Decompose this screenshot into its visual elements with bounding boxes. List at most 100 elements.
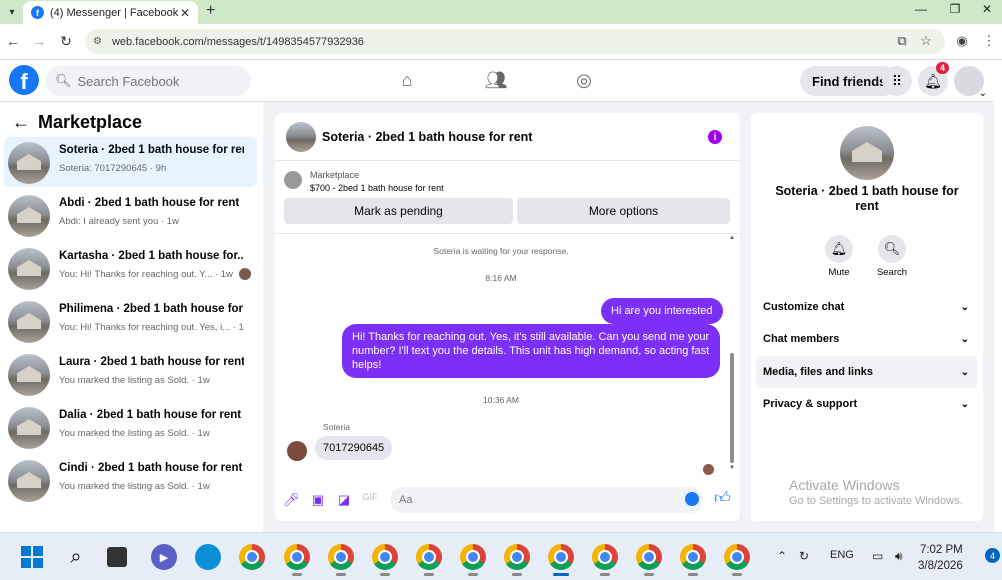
page-scrollbar[interactable] — [994, 60, 1002, 532]
microphone-icon[interactable]: 🎤︎ — [283, 492, 300, 508]
clock-time: 7:02 PM — [919, 544, 963, 556]
search-icon[interactable]: ⌕ — [63, 544, 89, 570]
conversation-item[interactable]: Philimena · 2bed 1 bath house for ... Yo… — [4, 296, 257, 346]
conversation-preview: You: Hi! Thanks for reaching out. Yes, i… — [59, 322, 244, 333]
tab-search-icon[interactable]: ▾ — [3, 3, 21, 21]
gif-icon[interactable]: GIF — [362, 492, 378, 502]
language-indicator[interactable]: ENG — [830, 549, 854, 561]
message-input-box[interactable] — [390, 487, 703, 513]
chat-listing-thumbnail[interactable] — [286, 122, 316, 152]
back-icon[interactable]: ← — [4, 33, 22, 49]
url-field[interactable]: ⚙ web.facebook.com/messages/t/1498354577… — [85, 29, 945, 54]
chrome-profile-icon[interactable] — [372, 544, 398, 570]
notification-center-badge[interactable]: 4 — [985, 548, 1000, 563]
chrome-profile-icon[interactable] — [328, 544, 354, 570]
search-input[interactable] — [77, 73, 238, 89]
message-input[interactable] — [399, 494, 669, 506]
chat-scrollbar[interactable]: ▲ ▼ — [729, 235, 735, 471]
mute-button[interactable]: 🔔︎ Mute — [814, 235, 864, 278]
chat-details-panel: Soteria · 2bed 1 bath house for rent 🔔︎ … — [751, 113, 983, 521]
volume-icon[interactable]: 🔊︎ — [895, 549, 903, 564]
home-icon[interactable]: ⌂ — [395, 70, 419, 91]
sticker-icon[interactable]: ◪ — [336, 492, 352, 508]
conversation-item[interactable]: Soteria · 2bed 1 bath house for rent Sot… — [4, 137, 257, 187]
chrome-profile-icon[interactable] — [504, 544, 530, 570]
bell-icon: 🔔︎ — [825, 235, 853, 263]
mark-as-pending-button[interactable]: Mark as pending — [284, 198, 513, 224]
conversation-title: Kartasha · 2bed 1 bath house for... — [59, 250, 244, 262]
scroll-down-icon[interactable]: ▼ — [729, 465, 735, 471]
forward-icon[interactable]: → — [30, 33, 48, 49]
conversation-item[interactable]: Kartasha · 2bed 1 bath house for... You:… — [4, 243, 257, 293]
conversation-item[interactable]: Laura · 2bed 1 bath house for rent You m… — [4, 349, 257, 399]
chat-members-row[interactable]: Chat members ⌄ — [756, 323, 977, 355]
notification-badge: 4 — [936, 62, 950, 74]
scrollbar-thumb[interactable] — [730, 353, 734, 463]
new-tab-button[interactable]: + — [206, 2, 215, 20]
listing-large-thumbnail[interactable] — [840, 126, 894, 180]
thumbs-up-icon[interactable]: 👍︎ — [714, 489, 731, 508]
emoji-icon[interactable] — [685, 492, 699, 506]
url-text: web.facebook.com/messages/t/149835457793… — [111, 35, 364, 48]
info-icon[interactable]: i — [708, 130, 722, 144]
conversation-item[interactable]: Cindi · 2bed 1 bath house for rent You m… — [4, 455, 257, 505]
chrome-profile-icon[interactable] — [680, 544, 706, 570]
teams-icon[interactable]: ▶ — [151, 544, 177, 570]
media-files-links-row[interactable]: Media, files and links ⌄ — [756, 356, 977, 388]
conversation-preview: You marked the listing as Sold. · 1w — [59, 428, 210, 439]
site-info-icon[interactable]: ⚙ — [93, 36, 102, 47]
sender-avatar[interactable] — [287, 441, 307, 461]
address-bar: ← → ↻ ⚙ web.facebook.com/messages/t/1498… — [0, 24, 1002, 60]
network-icon[interactable]: ▭ — [872, 549, 883, 563]
listing-thumbnail — [8, 301, 50, 343]
privacy-support-row[interactable]: Privacy & support ⌄ — [756, 388, 977, 420]
chrome-profile-icon[interactable] — [284, 544, 310, 570]
account-avatar[interactable] — [954, 66, 987, 99]
menu-grid-icon[interactable]: ⠿ — [882, 66, 912, 96]
reload-icon[interactable]: ↻ — [57, 33, 75, 50]
chrome-profile-icon[interactable] — [636, 544, 662, 570]
chrome-profile-icon[interactable] — [592, 544, 618, 570]
file-explorer-icon[interactable] — [107, 547, 127, 567]
window-close-icon[interactable]: ✕ — [972, 2, 1002, 16]
restore-icon[interactable]: ❐ — [940, 2, 970, 16]
chrome-profile-icon[interactable] — [416, 544, 442, 570]
install-app-icon[interactable]: ⧉ — [893, 33, 911, 49]
browser-tab[interactable]: f (4) Messenger | Facebook ✕ — [23, 1, 198, 24]
photo-icon[interactable]: ▣ — [310, 492, 326, 508]
facebook-search[interactable]: 🔍︎ — [45, 66, 251, 96]
activate-windows-watermark: Activate Windows Go to Settings to activ… — [789, 477, 963, 507]
windows-start-icon[interactable] — [21, 546, 43, 568]
customize-chat-row[interactable]: Customize chat ⌄ — [756, 291, 977, 323]
minimize-icon[interactable]: — — [906, 2, 936, 16]
more-options-button[interactable]: More options — [517, 198, 730, 224]
facebook-logo-icon[interactable]: f — [9, 65, 39, 95]
search-chat-button[interactable]: 🔍︎ Search — [867, 235, 917, 278]
browser-menu-icon[interactable]: ⋮ — [980, 33, 998, 49]
chrome-profile-icon[interactable] — [460, 544, 486, 570]
sync-icon[interactable]: ↻ — [799, 549, 809, 563]
conversation-title: Cindi · 2bed 1 bath house for rent — [59, 462, 243, 474]
scroll-up-icon[interactable]: ▲ — [729, 235, 735, 241]
friends-icon[interactable]: 👥︎ — [484, 70, 508, 91]
profile-icon[interactable]: ◉ — [953, 33, 971, 49]
running-indicator — [424, 573, 434, 576]
edge-icon[interactable] — [195, 544, 221, 570]
chrome-profile-icon[interactable] — [548, 544, 574, 570]
outgoing-message: Hi! Thanks for reaching out. Yes, it's s… — [342, 324, 720, 378]
marketplace-title: Marketplace — [38, 112, 143, 132]
bookmark-star-icon[interactable]: ☆ — [917, 33, 935, 49]
clock-date: 3/8/2026 — [918, 560, 963, 572]
clock[interactable]: 7:02 PM 3/8/2026 — [918, 542, 963, 574]
conversation-preview: You marked the listing as Sold. · 1w — [59, 481, 210, 492]
close-tab-icon[interactable]: ✕ — [180, 6, 190, 20]
chrome-icon[interactable] — [239, 544, 265, 570]
conversation-item[interactable]: Abdi · 2bed 1 bath house for rent Abdi: … — [4, 190, 257, 240]
conversation-preview: Soteria: 7017290645 · 9h — [59, 163, 167, 174]
chat-title[interactable]: Soteria · 2bed 1 bath house for rent — [322, 130, 532, 144]
chrome-profile-icon[interactable] — [724, 544, 750, 570]
back-arrow-icon[interactable]: ← — [12, 112, 30, 133]
conversation-item[interactable]: Dalia · 2bed 1 bath house for rent You m… — [4, 402, 257, 452]
tray-overflow-icon[interactable]: ⌃ — [777, 549, 787, 563]
groups-icon[interactable]: ◎ — [572, 70, 596, 91]
